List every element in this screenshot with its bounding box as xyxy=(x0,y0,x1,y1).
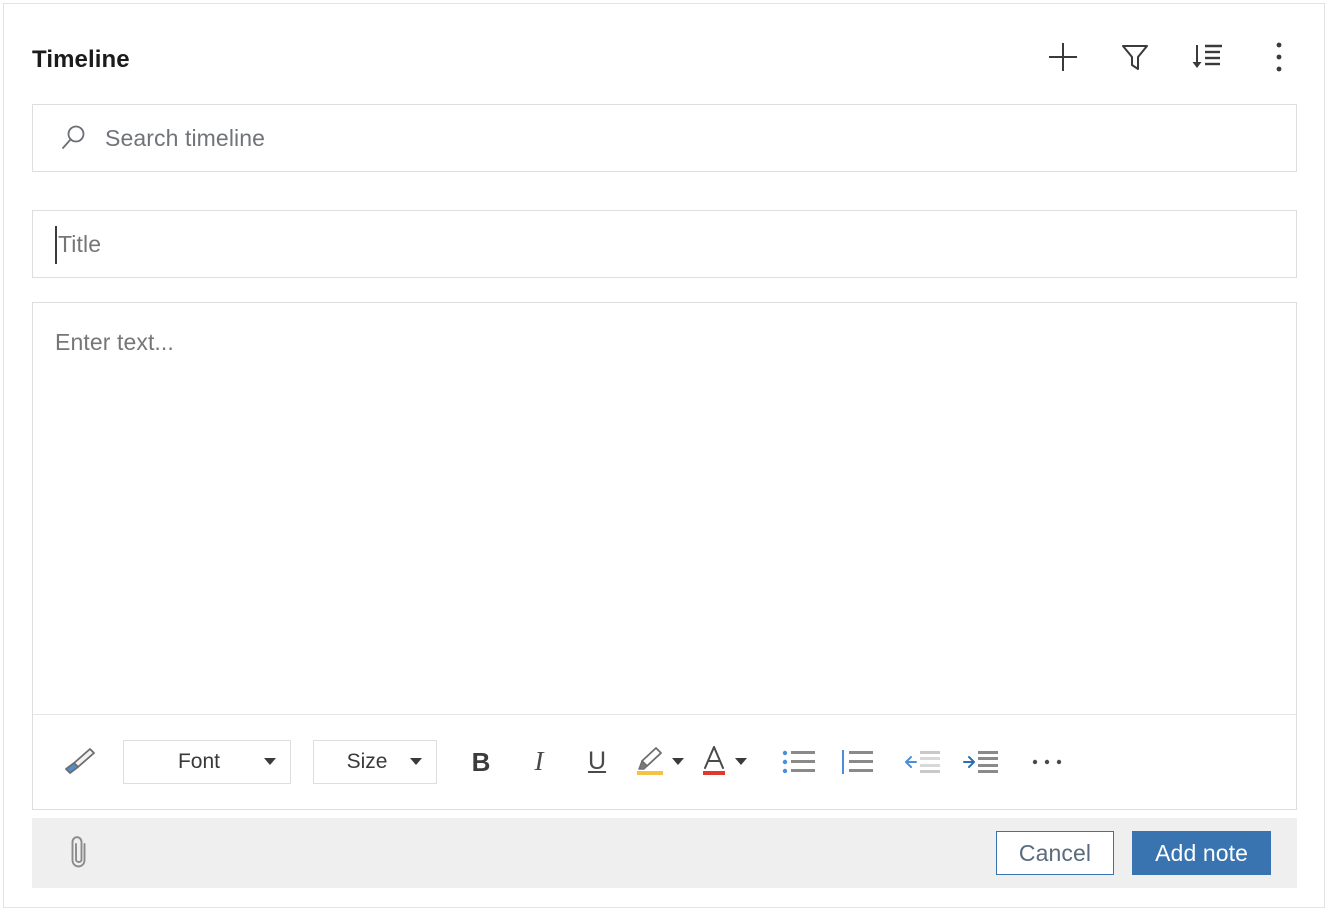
vertical-ellipsis-icon xyxy=(1274,40,1284,74)
bulleted-list-icon xyxy=(782,748,816,776)
bulleted-list-button[interactable] xyxy=(777,739,821,785)
sort-button[interactable] xyxy=(1184,34,1230,80)
italic-label: I xyxy=(534,746,544,776)
plus-icon xyxy=(1046,40,1080,74)
format-painter-button[interactable] xyxy=(57,739,101,785)
add-note-button[interactable]: Add note xyxy=(1132,831,1271,875)
text-highlight-button[interactable] xyxy=(633,739,684,785)
header-action-bar xyxy=(1040,34,1302,80)
paperclip-icon xyxy=(68,834,92,873)
note-editor: Enter text... Font Size B I U xyxy=(32,302,1297,810)
increase-indent-button[interactable] xyxy=(959,739,1003,785)
format-toolbar: Font Size B I U xyxy=(33,714,1296,809)
highlighter-icon xyxy=(633,742,667,781)
font-family-dropdown[interactable]: Font xyxy=(123,739,291,784)
sort-descending-icon xyxy=(1190,41,1224,73)
numbered-list-icon xyxy=(840,748,874,776)
decrease-indent-button[interactable] xyxy=(901,739,945,785)
underline-button[interactable]: U xyxy=(575,739,619,785)
timeline-header: Timeline xyxy=(4,4,1324,96)
bold-label: B xyxy=(471,746,491,777)
cancel-button[interactable]: Cancel xyxy=(995,831,1115,875)
page-title: Timeline xyxy=(32,46,130,73)
font-size-value: Size xyxy=(346,749,388,773)
timeline-panel: Timeline Search timeline Title Enter tex… xyxy=(3,3,1325,908)
horizontal-ellipsis-icon xyxy=(1030,757,1064,767)
search-input[interactable]: Search timeline xyxy=(32,104,1297,172)
decrease-indent-icon xyxy=(904,749,942,775)
funnel-icon xyxy=(1119,41,1151,73)
numbered-list-button[interactable] xyxy=(835,739,879,785)
note-body-input[interactable]: Enter text... xyxy=(33,303,1296,715)
add-record-button[interactable] xyxy=(1040,34,1086,80)
text-caret xyxy=(55,226,57,264)
paintbrush-icon xyxy=(60,745,98,779)
search-icon xyxy=(59,123,89,153)
chevron-down-icon xyxy=(672,758,684,765)
note-title-placeholder: Title xyxy=(58,230,102,257)
chevron-down-icon xyxy=(264,758,276,765)
chevron-down-icon xyxy=(735,758,747,765)
note-body-placeholder: Enter text... xyxy=(55,329,174,355)
font-color-icon xyxy=(698,742,730,781)
font-color-button[interactable] xyxy=(698,739,747,785)
search-placeholder: Search timeline xyxy=(105,124,266,151)
more-formatting-options-button[interactable] xyxy=(1025,739,1069,785)
italic-button[interactable]: I xyxy=(517,739,561,785)
note-footer: Cancel Add note xyxy=(32,818,1297,888)
chevron-down-icon xyxy=(410,758,422,765)
font-family-value: Font xyxy=(177,749,221,773)
note-title-input[interactable]: Title xyxy=(32,210,1297,278)
font-size-dropdown[interactable]: Size xyxy=(313,739,437,784)
attach-file-button[interactable] xyxy=(58,831,102,875)
bold-button[interactable]: B xyxy=(459,739,503,785)
more-commands-button[interactable] xyxy=(1256,34,1302,80)
increase-indent-icon xyxy=(962,749,1000,775)
underline-label: U xyxy=(587,747,607,775)
footer-action-group: Cancel Add note xyxy=(995,831,1271,875)
filter-button[interactable] xyxy=(1112,34,1158,80)
